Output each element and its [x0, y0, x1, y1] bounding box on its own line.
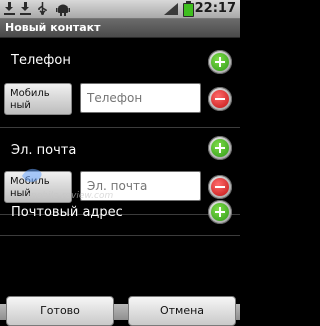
email-section-label: Эл. почта	[11, 143, 77, 158]
title-bar: Новый контакт	[0, 19, 240, 38]
add-phone-button[interactable]	[208, 50, 232, 74]
download-icon	[20, 2, 31, 15]
cancel-button[interactable]: Отмена	[128, 296, 236, 326]
phone-type-button[interactable]: Мобиль ный	[4, 83, 72, 115]
usb-icon	[38, 2, 47, 15]
battery-icon	[183, 1, 194, 17]
android-icon	[56, 4, 70, 16]
watermark: mobile-review.com	[28, 191, 114, 201]
phone-section-label: Телефон	[11, 53, 71, 68]
signal-icon	[164, 3, 178, 15]
clock: 22:17	[194, 1, 236, 16]
divider	[0, 127, 240, 128]
download-icon	[4, 2, 15, 15]
remove-email-button[interactable]	[208, 175, 232, 199]
watermark-logo	[22, 168, 42, 182]
divider	[0, 235, 240, 236]
add-address-button[interactable]	[208, 200, 232, 224]
remove-phone-button[interactable]	[208, 87, 232, 111]
phone-field[interactable]	[80, 83, 201, 113]
status-bar: 22:17	[0, 0, 240, 19]
address-section-label: Почтовый адрес	[11, 205, 123, 220]
done-button[interactable]: Готово	[6, 296, 114, 326]
page-title: Новый контакт	[5, 21, 101, 34]
phone-input[interactable]	[81, 84, 200, 112]
add-email-button[interactable]	[208, 136, 232, 160]
content-area[interactable]: Телефон Мобиль ный Эл. почта Мобиль ный …	[0, 38, 240, 304]
